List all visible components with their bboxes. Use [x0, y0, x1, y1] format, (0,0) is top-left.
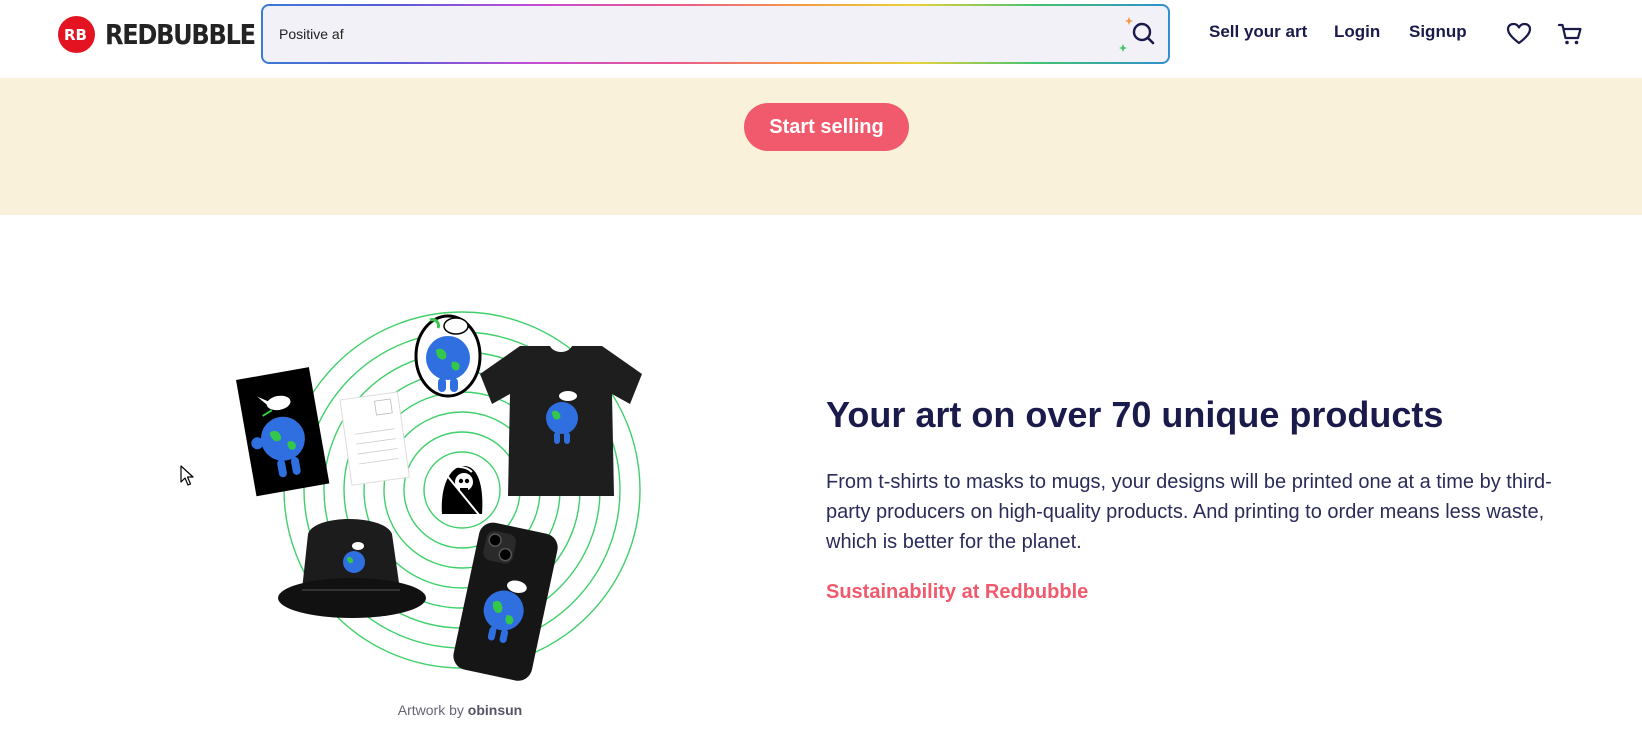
site-header: RB REDBUBBLE Sell your art Login Signup	[0, 0, 1642, 78]
cart-button[interactable]	[1556, 20, 1584, 48]
artwork-artist-link[interactable]: obinsun	[468, 702, 522, 718]
artwork-credit-prefix: Artwork by	[397, 702, 468, 718]
feature-title: Your art on over 70 unique products	[826, 394, 1444, 435]
sustainability-link[interactable]: Sustainability at Redbubble	[826, 581, 1088, 604]
wishlist-button[interactable]	[1505, 20, 1533, 48]
artwork-credit: Artwork by obinsun	[330, 702, 590, 718]
feature-description: From t-shirts to masks to mugs, your des…	[826, 471, 1552, 553]
products-illustration	[236, 292, 676, 688]
heart-icon	[1506, 22, 1532, 45]
search-button[interactable]	[1118, 14, 1158, 54]
logo-mark-icon: RB	[58, 15, 95, 53]
start-selling-button[interactable]: Start selling	[744, 103, 909, 151]
login-link[interactable]: Login	[1334, 22, 1380, 42]
mouse-cursor-icon	[180, 465, 194, 486]
reaper-sticker-image	[432, 460, 492, 520]
search-input[interactable]	[279, 6, 1099, 62]
logo-wordmark: REDBUBBLE	[105, 17, 256, 51]
search-icon	[1119, 17, 1155, 52]
sell-banner: Start selling	[0, 78, 1642, 215]
sell-your-art-link[interactable]: Sell your art	[1209, 22, 1307, 42]
svg-text:RB: RB	[64, 27, 87, 41]
signup-link[interactable]: Signup	[1409, 22, 1467, 42]
search-box	[261, 4, 1170, 64]
postcard-front-image	[236, 367, 330, 497]
redbubble-logo[interactable]: RB REDBUBBLE	[58, 15, 279, 53]
tshirt-image	[480, 346, 642, 496]
cart-icon	[1557, 23, 1582, 45]
postcard-back-image	[339, 391, 410, 486]
sticker-image	[414, 314, 482, 398]
phone-case-image	[453, 522, 558, 681]
